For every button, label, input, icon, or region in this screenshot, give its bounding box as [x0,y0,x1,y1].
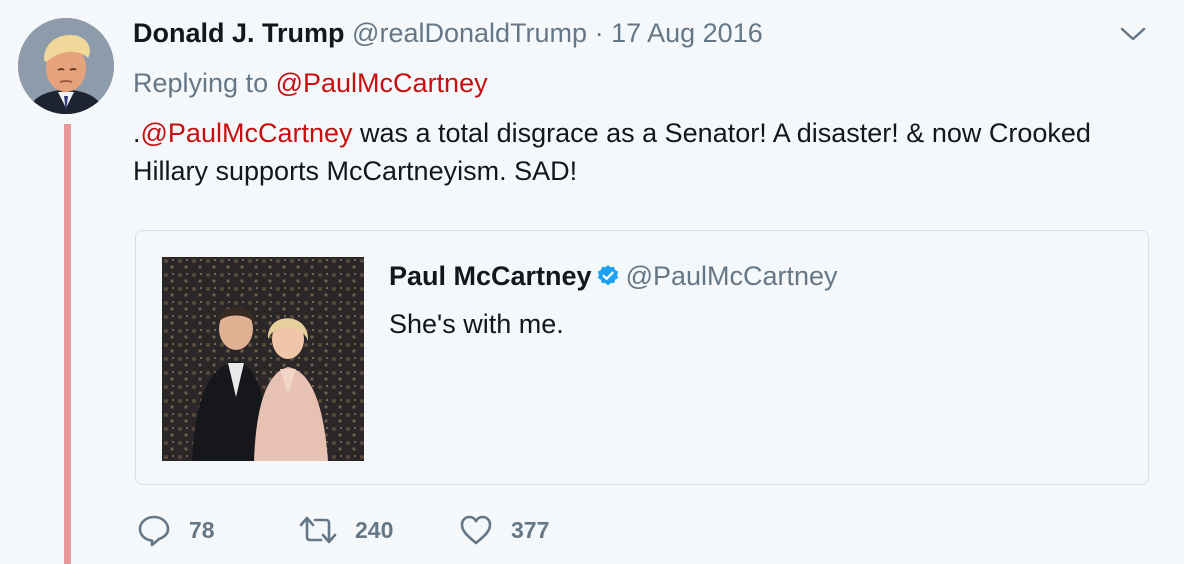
quoted-tweet[interactable]: Paul McCartney @PaulMcCartney She's with… [135,230,1149,485]
header-separator: · [594,18,604,48]
tweet: Donald J. Trump @realDonaldTrump · 17 Au… [0,0,1184,564]
reply-count: 78 [189,516,215,543]
author-handle[interactable]: @realDonaldTrump [352,18,587,48]
tweet-text: .@PaulMcCartney was a total disgrace as … [133,114,1133,190]
heart-icon [460,515,492,545]
verified-badge-icon [596,262,620,286]
quoted-tweet-header: Paul McCartney @PaulMcCartney [389,259,838,293]
reply-action[interactable]: 78 [137,510,215,550]
author-name[interactable]: Donald J. Trump [133,18,345,48]
tweet-date[interactable]: 17 Aug 2016 [611,18,763,48]
tweet-header: Donald J. Trump @realDonaldTrump · 17 Au… [133,16,763,50]
replying-to-prefix: Replying to [133,68,269,98]
tweet-text-lead: . [133,118,141,148]
like-action[interactable]: 377 [459,510,549,550]
quoted-tweet-text: She's with me. [389,309,564,339]
reply-icon [138,515,170,547]
replying-to-mention[interactable]: @PaulMcCartney [276,68,488,98]
quoted-author-name[interactable]: Paul McCartney [389,261,592,291]
retweet-count: 240 [355,516,394,543]
replying-to: Replying to @PaulMcCartney [133,66,488,100]
chevron-down-icon[interactable] [1118,22,1148,46]
like-count: 377 [511,516,550,543]
author-avatar[interactable] [18,18,114,114]
thread-line [64,124,71,564]
tweet-mention[interactable]: @PaulMcCartney [141,118,353,148]
retweet-icon [299,516,337,544]
quoted-tweet-photo[interactable] [162,257,364,461]
retweet-action[interactable]: 240 [299,510,393,550]
quoted-author-handle[interactable]: @PaulMcCartney [626,261,838,291]
